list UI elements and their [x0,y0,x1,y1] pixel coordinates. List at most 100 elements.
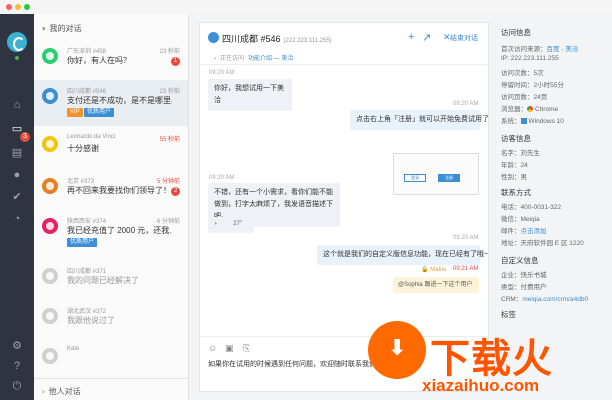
transfer-icon[interactable]: ↗ [422,31,431,44]
conversation-time: 5 分钟前 [156,179,180,185]
conversation-time: 23 秒前 [159,49,180,55]
voice-duration: 27'' [233,221,243,227]
add-icon[interactable]: + [408,31,414,43]
visitor-info-title: 访客信息 [501,134,531,143]
ip-row: IP: 222.223.111.255 [501,55,559,62]
visiting-label: 正在访问 [220,56,245,62]
conversation-time: 55 秒前 [159,137,180,143]
note-author: Makiu [430,267,447,273]
message-time: 09:20 AM [209,70,235,76]
close-window-button[interactable] [6,4,12,10]
chat-header: 四川成都 #546 (222.223.111.255) + ↗ ✕ 结束对话 [200,23,488,51]
check-icon[interactable]: ✔ [10,191,24,203]
conversation-item[interactable]: Kate [34,340,188,380]
conversation-name: Leonardo da Vinci [67,134,116,140]
avatar [42,88,58,104]
address-row: 地址：天府软件园 E 区 1220 [501,240,584,247]
crm-link[interactable]: meiqia.com/crm/a4db0 [522,296,588,303]
audio-icon: ◗ [214,221,218,227]
title-bar [0,0,612,14]
nav-rail: ⌂ ▭ 3 ▤ ● ✔ ◔ ⚙ ? ⏻ [0,14,34,400]
os-row: 系统： Windows 10 [501,118,564,125]
conversation-time: 6 分钟前 [156,219,180,225]
conversation-item[interactable]: 四川成都 #371 我的问题已经解决了 [34,260,188,300]
conversation-item[interactable]: Leonardo da Vinci 55 秒前 十分感谢 [34,128,188,168]
avatar [42,136,58,152]
avatar [42,348,58,364]
conversation-name: 湖北武汉 #372 [67,309,107,315]
avatar [42,48,58,64]
maximize-window-button[interactable] [24,4,30,10]
crm-row: CRM：meiqia.com/crm/a4db0 [501,296,589,303]
contacts-icon[interactable]: ● [10,169,24,181]
attachment-icon[interactable]: ⎘ [243,343,250,354]
online-status-dot [15,56,19,60]
screenshot-image[interactable]: 登录 注册 [393,153,479,195]
note-time: 09:21 AM [453,266,479,272]
message-bubble-outgoing: 这个就是我们的自定义版信息功能，现在已经有了哦~ [317,245,488,265]
conversation-preview: 我跟他说过了 [67,316,115,325]
gender-row: 性别：男 [501,174,527,181]
home-icon[interactable]: ⌂ [10,99,24,111]
visit-info-title: 访问信息 [501,28,531,37]
chevron-right-icon: › [214,56,216,62]
message-bubble-outgoing: 点击右上角「注册」就可以开始免费试用了 [350,110,489,130]
help-icon[interactable]: ? [10,360,24,372]
conversation-name: 四川成都 #371 [67,269,107,275]
power-icon[interactable]: ⏻ [10,380,24,392]
vip-tag: VIP [67,108,83,117]
phone-row: 电话：400-0031-322 [501,204,561,211]
conversation-preview: 十分感谢 [67,144,99,153]
conversation-preview: 你好，有人在吗？ [67,56,131,65]
ticket-icon[interactable]: ▤ [10,147,24,159]
conversation-time: 23 秒前 [159,89,180,95]
message-time: 09:20 AM [453,235,479,241]
age-row: 年龄：24 [501,162,528,169]
visitor-avatar [208,32,219,43]
conversation-preview: 再不回来我要找你们领导了！！ [67,186,172,195]
unread-badge: 1 [171,57,180,66]
end-conversation-button[interactable]: 结束对话 [450,33,478,43]
internal-note-header: 🔒 Makiu [421,266,446,273]
conversation-item[interactable]: 陕西西安 #374 6 分钟前 我已经充值了 2000 元，还我… 优质用户 [34,210,188,256]
conversation-item[interactable]: 北京 #373 5 分钟前 再不回来我要找你们领导了！！ 2 [34,170,188,210]
image-icon[interactable]: ▣ [225,343,234,354]
lock-icon: 🔒 [421,267,429,273]
stats-icon[interactable]: ◔ [10,213,24,225]
watermark-logo: ⬇ 下载火 xiazaihuo.com [356,318,612,400]
first-source-row: 首次访问来源：百度 - 美洽 [501,46,579,53]
emoji-icon[interactable]: ☺ [208,343,217,353]
conversation-preview: 支付还是不成功，是不是哪里出问… [67,96,172,105]
windows-icon [520,118,527,124]
conversation-item[interactable]: 湖北武汉 #372 我跟他说过了 [34,300,188,340]
settings-icon[interactable]: ⚙ [10,340,24,352]
premium-user-tag: 优质用户 [84,108,115,117]
others-conversations-label: 他人对话 [48,387,81,396]
my-conversations-header[interactable]: ▾ 我的对话 [34,14,188,40]
avatar [42,218,58,234]
avatar [42,308,58,324]
download-icon: ⬇ [368,321,426,379]
visiting-page-link[interactable]: 功能介绍 — 美洽 [248,56,293,62]
type-row: 类型：付费用户 [501,284,547,291]
first-source-link[interactable]: 百度 - 美洽 [547,46,579,53]
conversation-name: 北京 #373 [67,179,95,185]
voice-message[interactable]: ◗ 27'' [208,217,254,233]
company-row: 企业：快乐书城 [501,272,547,279]
chat-badge: 3 [20,132,30,142]
stay-time-row: 停留时间：2小时55分 [501,82,564,89]
custom-info-title: 自定义信息 [501,256,539,265]
avatar [42,268,58,284]
others-conversations-header[interactable]: › 他人对话 [34,378,188,400]
minimize-window-button[interactable] [15,4,21,10]
add-email-link[interactable]: 点击添加 [521,228,547,235]
message-bubble-incoming: 你好，我想试用一下美洽 [208,79,292,111]
wechat-row: 微信：Meiqia [501,216,540,223]
app-window: ⌂ ▭ 3 ▤ ● ✔ ◔ ⚙ ? ⏻ ▾ 我的对话 广东深圳 #458 23 秒… [0,0,612,400]
message-input[interactable]: 如果你在试用的时候遇到任何问题，欢迎随时联系我们 [208,359,376,369]
conversation-name: 陕西西安 #374 [67,219,107,225]
message-time: 09:20 AM [209,175,235,181]
conversation-item[interactable]: 四川成都 #546 23 秒前 支付还是不成功，是不是哪里出问… VIP 优质用… [34,80,188,126]
visiting-page-bar: › 正在访问 功能介绍 — 美洽 [200,51,488,65]
conversation-item[interactable]: 广东深圳 #458 23 秒前 你好，有人在吗？ 1 [34,40,188,80]
